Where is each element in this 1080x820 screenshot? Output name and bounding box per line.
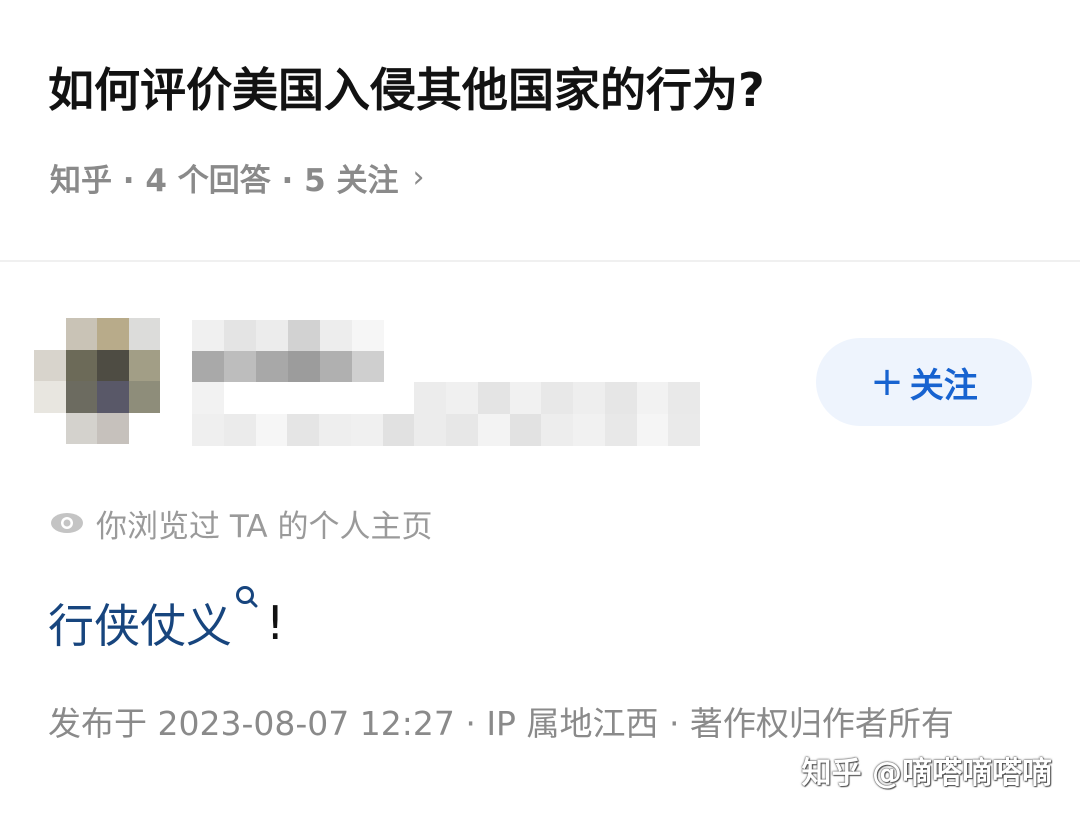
viewed-profile-notice: 你浏览过 TA 的个人主页 [50,498,432,548]
answer-search-link[interactable]: 行侠仗义 [48,586,260,656]
avatar[interactable] [34,318,160,444]
question-title[interactable]: 如何评价美国入侵其他国家的行为? [48,52,1048,128]
watermark: 知乎 @嘀嗒嘀嗒嘀 [801,756,1052,791]
divider [0,260,1080,262]
follow-button-label: 关注 [909,365,978,406]
viewed-profile-text: 你浏览过 TA 的个人主页 [96,508,433,545]
eye-icon [51,513,83,533]
follow-button[interactable]: + 关注 [816,338,1032,426]
answer-trailing-punct: ! [266,596,285,650]
answer-content[interactable]: 行侠仗义 ! [48,586,285,658]
search-icon [236,586,258,608]
answer-link-text: 行侠仗义 [48,599,232,653]
author-bio-redacted [192,382,732,446]
chevron-right-icon: › [412,159,425,195]
question-meta-text: 知乎 · 4 个回答 · 5 关注 [50,162,399,199]
plus-icon: + [870,359,904,405]
question-meta[interactable]: 知乎 · 4 个回答 · 5 关注 › [50,152,424,202]
author-name-redacted[interactable] [192,320,384,382]
